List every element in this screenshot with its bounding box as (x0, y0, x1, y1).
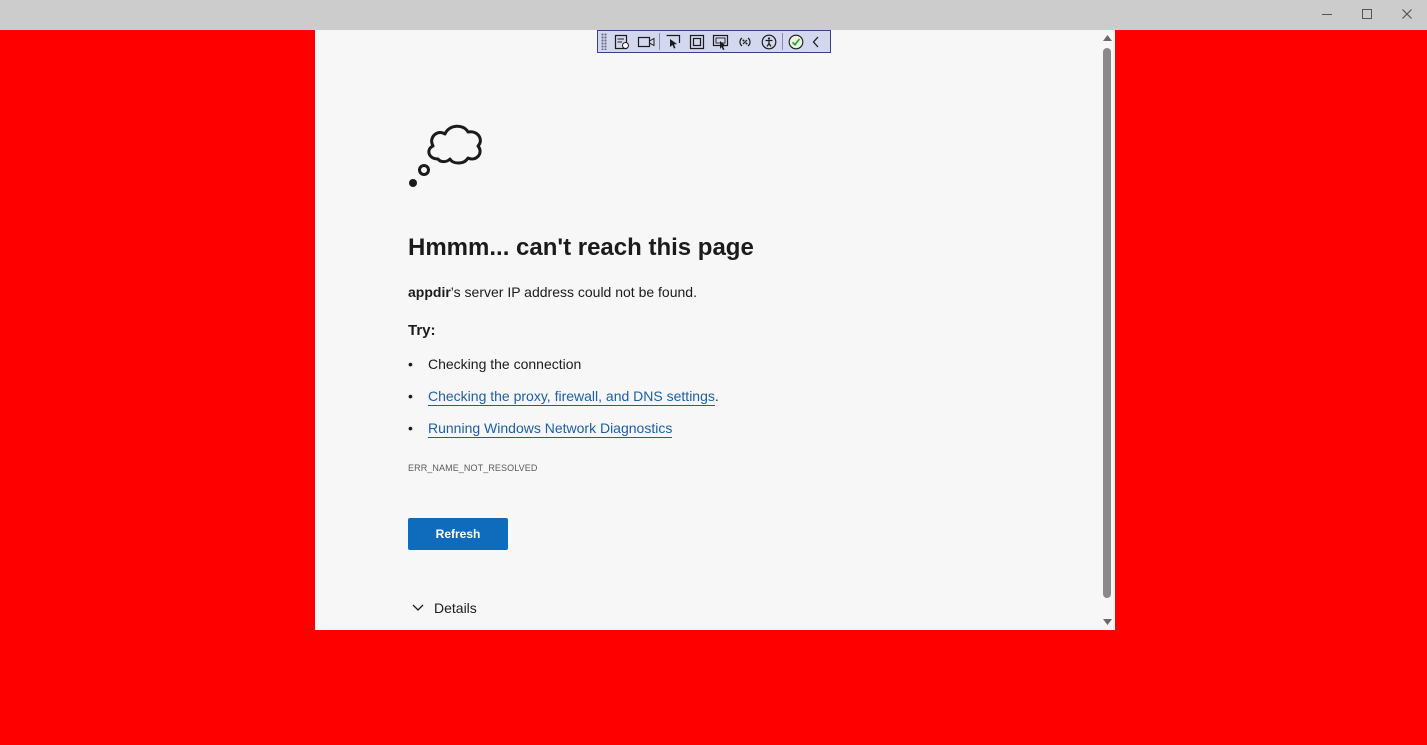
binding-failures-icon (739, 37, 751, 46)
accessibility-icon (761, 34, 777, 49)
live-visual-tree-icon (614, 34, 629, 49)
suggestion-text: Checking the connection (428, 356, 582, 372)
details-toggle[interactable]: Details (412, 600, 477, 616)
error-message-text: ’s server IP address could not be found. (450, 284, 697, 300)
record-button[interactable] (634, 31, 658, 52)
close-button[interactable] (1387, 0, 1427, 28)
vertical-scrollbar[interactable] (1100, 30, 1114, 630)
error-message: appdir’s server IP address could not be … (408, 284, 697, 300)
checkmark-button[interactable] (784, 31, 808, 52)
bullet: • (408, 356, 413, 372)
xaml-dev-toolbar (597, 30, 831, 53)
proxy-settings-link[interactable]: Checking the proxy, firewall, and DNS se… (428, 388, 715, 406)
maximize-icon (1362, 9, 1372, 19)
track-focus-button[interactable] (709, 31, 733, 52)
maximize-button[interactable] (1347, 0, 1387, 28)
select-element-button[interactable] (661, 31, 685, 52)
checkmark-icon (788, 34, 804, 49)
minimize-button[interactable] (1307, 0, 1347, 28)
network-diagnostics-link[interactable]: Running Windows Network Diagnostics (428, 420, 673, 438)
scroll-down-arrow[interactable] (1102, 617, 1112, 627)
track-focus-icon (712, 34, 729, 50)
triangle-down-icon (1102, 619, 1112, 625)
error-page: Hmmm... can't reach this page appdir’s s… (315, 30, 1115, 630)
select-element-icon (666, 34, 681, 48)
details-label: Details (434, 600, 477, 616)
toolbar-separator (782, 33, 783, 50)
suggestion-item: • Running Windows Network Diagnostics (408, 420, 673, 438)
display-layout-adorners-icon (689, 34, 705, 49)
toolbar-grip[interactable] (601, 33, 607, 50)
close-icon (1402, 9, 1412, 19)
bullet: • (408, 420, 413, 436)
suggestion-item: • Checking the proxy, firewall, and DNS s… (408, 388, 719, 406)
triangle-up-icon (1102, 35, 1112, 41)
error-code: ERR_NAME_NOT_RESOLVED (408, 463, 538, 473)
collapse-toolbar-button[interactable] (808, 31, 824, 52)
error-host: appdir (408, 284, 451, 300)
scroll-up-arrow[interactable] (1102, 33, 1112, 43)
try-label: Try: (408, 322, 436, 339)
binding-failures-button[interactable] (733, 31, 757, 52)
error-title: Hmmm... can't reach this page (408, 234, 754, 261)
display-layout-adorners-button[interactable] (685, 31, 709, 52)
live-visual-tree-button[interactable] (610, 31, 634, 52)
suggestion-suffix: . (714, 388, 719, 404)
thought-cloud-icon (409, 124, 482, 187)
chevron-down-icon (412, 604, 424, 611)
suggestion-item: • Checking the connection (408, 356, 581, 372)
scroll-thumb[interactable] (1103, 48, 1111, 598)
bullet: • (408, 388, 413, 404)
accessibility-button[interactable] (757, 31, 781, 52)
toolbar-separator (659, 33, 660, 50)
collapse-chevron-icon (812, 36, 819, 47)
refresh-button[interactable]: Refresh (408, 518, 508, 550)
minimize-icon (1322, 14, 1332, 15)
window-title-bar (0, 0, 1427, 30)
record-icon (637, 36, 655, 47)
